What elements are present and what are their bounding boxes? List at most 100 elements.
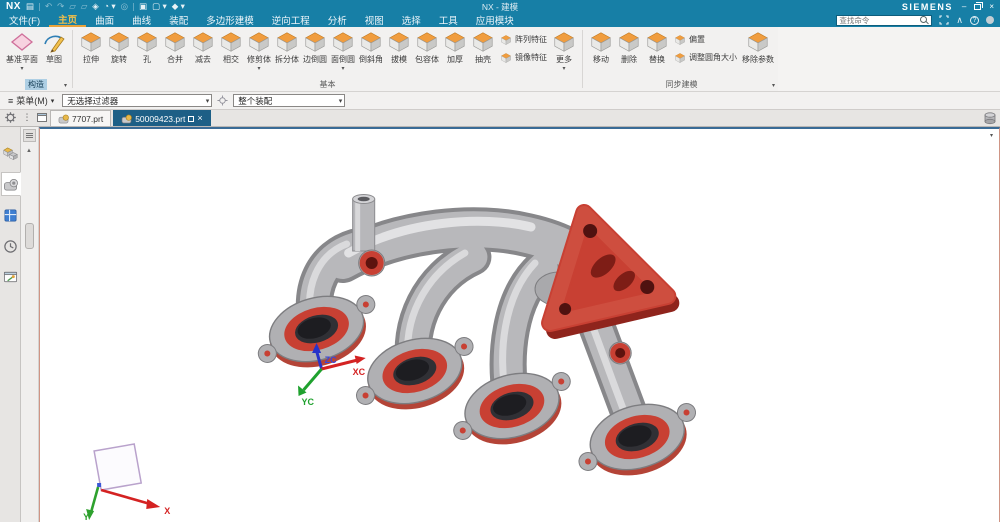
tab-curve[interactable]: 曲线 — [123, 13, 160, 27]
remove-parameters-icon — [746, 30, 770, 54]
intersect-button[interactable]: 相交 — [217, 29, 245, 65]
dropdown-caret-icon[interactable]: ▾ — [257, 66, 260, 72]
dropdown-caret-icon[interactable]: ▾ — [341, 66, 344, 72]
user-avatar[interactable] — [986, 16, 994, 24]
minimize-button[interactable]: – — [962, 2, 966, 11]
tab-selection[interactable]: 选择 — [393, 13, 430, 27]
revolve-icon — [107, 30, 131, 54]
close-tab-icon[interactable]: × — [197, 114, 202, 123]
selection-scope-dropdown[interactable]: 整个装配 ▾ — [233, 94, 345, 107]
sidebar-item-reuse-library[interactable] — [0, 203, 20, 227]
menu-button[interactable]: ≡ 菜单(M) ▾ — [5, 94, 57, 107]
more-button[interactable]: 更多▾ — [550, 29, 578, 72]
cut-icon[interactable]: ▱ — [69, 2, 76, 11]
tab-polygon-modeling[interactable]: 多边形建模 — [197, 13, 263, 27]
save-icon[interactable]: ▤ — [26, 2, 34, 11]
restore-button[interactable] — [974, 4, 981, 10]
tab-analysis[interactable]: 分析 — [319, 13, 356, 27]
group-dialog-caret-icon[interactable]: ▾ — [64, 82, 67, 89]
more-icon — [552, 30, 576, 54]
replace-face-button[interactable]: 替换 — [643, 29, 671, 65]
tab-view[interactable]: 视图 — [356, 13, 393, 27]
dropdown-caret-icon[interactable]: ▾ — [562, 66, 565, 72]
tab-application[interactable]: 应用模块 — [467, 13, 523, 27]
dropdown-caret-icon[interactable]: ▾ — [20, 66, 23, 72]
tab-surface[interactable]: 曲面 — [86, 13, 123, 27]
datum-csys[interactable]: X Y — [83, 444, 170, 522]
bounding-body-button[interactable]: 包容体 — [413, 29, 441, 65]
title-bar: NX ▤ ↶ ↷ ▱ ▱ ◈ ◔ ▾ ◎ ▣ ▢ ▾ ◆ ▾ NX - 建模 S… — [0, 0, 1000, 13]
tab-reverse-engineering[interactable]: 逆向工程 — [263, 13, 319, 27]
window-switch-icon[interactable]: ▣ — [139, 2, 147, 11]
split-body-button[interactable]: 拆分体 — [273, 29, 301, 65]
touch-mode-icon[interactable]: ◆ ▾ — [172, 2, 185, 11]
group-dialog-caret-icon[interactable]: ▾ — [772, 82, 775, 89]
pattern-feature-button[interactable]: 阵列特征 — [500, 33, 547, 45]
repeat-command-icon[interactable]: ◎ — [121, 2, 128, 11]
tab-tools[interactable]: 工具 — [430, 13, 467, 27]
hole-button[interactable]: 孔 — [133, 29, 161, 65]
move-face-button[interactable]: 移动 — [587, 29, 615, 65]
snap-point-icon[interactable] — [217, 95, 228, 106]
revolve-button[interactable]: 旋转 — [105, 29, 133, 65]
float-window-icon[interactable] — [188, 116, 194, 122]
delete-face-button[interactable]: 删除 — [615, 29, 643, 65]
sidebar-item-web-browser[interactable] — [0, 265, 20, 289]
redo-icon[interactable]: ↷ — [57, 2, 64, 11]
new-window-icon[interactable] — [37, 113, 47, 122]
sidebar-item-part-navigator[interactable] — [1, 172, 21, 196]
wcs-y-label: YC — [302, 397, 315, 407]
search-icon[interactable] — [920, 16, 929, 25]
stub-tube — [353, 195, 375, 252]
unite-button[interactable]: 合并 — [161, 29, 189, 65]
draft-button[interactable]: 拔模 — [385, 29, 413, 65]
visibility-icon[interactable]: ◔ ▾ — [104, 2, 116, 11]
tab-file[interactable]: 文件(F) — [0, 13, 49, 27]
extrude-button[interactable]: 拉伸 — [77, 29, 105, 65]
tab-list-icon[interactable]: ⋮ — [23, 112, 32, 123]
resize-blend-button[interactable]: 调整圆角大小 — [674, 51, 737, 63]
selection-filter-dropdown[interactable]: 无选择过滤器 ▾ — [62, 94, 212, 107]
face-blend-button[interactable]: 面倒圆▾ — [329, 29, 357, 72]
datum-plane-button[interactable]: 基准平面 ▾ — [4, 29, 40, 72]
undo-icon[interactable]: ↶ — [45, 2, 52, 11]
snapshot-icon[interactable]: ◈ — [92, 2, 99, 11]
view-manipulation-icon[interactable] — [983, 111, 997, 125]
edge-blend-button[interactable]: 边倒圆 — [301, 29, 329, 65]
sidebar-item-assembly-navigator[interactable] — [0, 141, 20, 165]
offset-region-button[interactable]: 偏置 — [674, 33, 737, 45]
splitter-grip-icon[interactable] — [23, 129, 36, 142]
ribbon-group-basic: 拉伸 旋转 孔 合并 减去 相交 修剪体▾ 拆分体 边倒圆 面倒圆▾ 倒斜角 拔… — [75, 27, 580, 91]
tab-home[interactable]: 主页 — [49, 13, 86, 27]
sidebar-item-history[interactable] — [0, 234, 20, 258]
sketch-button[interactable]: 草图 — [40, 29, 68, 65]
window-layout-icon[interactable]: ▢ ▾ — [152, 2, 167, 11]
trim-body-button[interactable]: 修剪体▾ — [245, 29, 273, 72]
main-area: ▲ ▾ — [0, 127, 1000, 522]
menu-icon: ≡ — [8, 96, 13, 106]
group-label-synchronous-modeling: 同步建模 ▾ — [587, 78, 776, 91]
unite-icon — [163, 30, 187, 54]
copy-icon[interactable]: ▱ — [81, 2, 88, 11]
splitter-handle[interactable] — [25, 223, 34, 249]
tab-assemblies[interactable]: 装配 — [160, 13, 197, 27]
part-tab-7707[interactable]: 7707.prt — [50, 110, 111, 126]
model-exhaust-manifold[interactable]: ZC XC YC X Y — [40, 129, 999, 522]
thicken-button[interactable]: 加厚 — [441, 29, 469, 65]
close-button[interactable]: × — [989, 2, 994, 11]
roles-gear-icon[interactable] — [4, 111, 17, 124]
shell-button[interactable]: 抽壳 — [469, 29, 497, 65]
mirror-feature-button[interactable]: 镜像特征 — [500, 51, 547, 63]
part-tab-50009423[interactable]: 50009423.prt × — [113, 110, 210, 126]
chamfer-button[interactable]: 倒斜角 — [357, 29, 385, 65]
graphics-window[interactable]: ▾ — [39, 127, 1000, 522]
collapse-arrow-icon[interactable]: ▲ — [26, 148, 32, 154]
remove-parameters-button[interactable]: 移除参数 — [740, 29, 776, 65]
fullscreen-icon[interactable] — [939, 15, 949, 25]
minimize-ribbon-icon[interactable]: ∧ — [956, 16, 963, 25]
help-icon[interactable]: ? — [970, 16, 979, 25]
resource-bar-splitter[interactable]: ▲ — [21, 127, 39, 522]
search-input[interactable] — [839, 16, 920, 25]
subtract-button[interactable]: 减去 — [189, 29, 217, 65]
offset-region-icon — [674, 33, 686, 45]
